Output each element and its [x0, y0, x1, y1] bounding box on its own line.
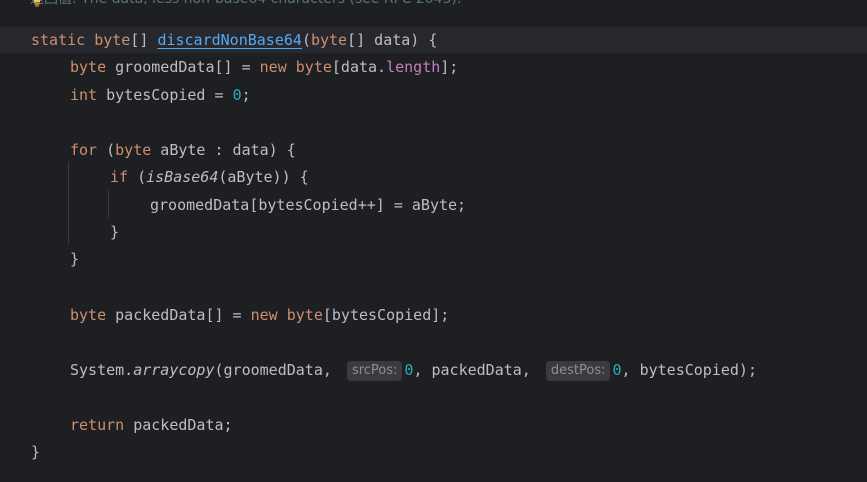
if-open: ( [128, 168, 147, 186]
param-list: [] data) { [347, 31, 438, 49]
keyword-byte: byte [70, 306, 107, 324]
is-base64-call[interactable]: isBase64 [146, 168, 218, 186]
code-editor[interactable]: 返回值: The data, less non-base64 character… [0, 0, 867, 482]
code-line-arraycopy[interactable]: System.arraycopy(groomedData, srcPos: 0, … [70, 357, 757, 383]
for-rest: aByte : data) { [151, 141, 296, 159]
arraycopy-arg3: , packedData, [413, 361, 540, 379]
keyword-for: for [70, 141, 98, 159]
code-line-for[interactable]: for (byte aByte : data) { [70, 137, 296, 163]
keyword-return: return [70, 416, 125, 434]
code-line-bytes-copied-decl[interactable]: int bytesCopied = 0; [70, 82, 251, 108]
indent-guide [108, 190, 109, 218]
bytes-copied-decl: bytesCopied = [97, 86, 233, 104]
array-brackets: [] [130, 31, 149, 49]
if-rest: (aByte)) { [218, 168, 309, 186]
code-line-if[interactable]: if (isBase64(aByte)) { [110, 164, 309, 190]
packed-decl: packedData[] = [106, 306, 251, 324]
keyword-byte: byte [310, 31, 348, 49]
number-literal: 0 [612, 361, 622, 379]
number-literal: 0 [232, 86, 242, 104]
close-brace: } [31, 443, 41, 461]
close-brace: } [110, 223, 120, 241]
code-line-method-signature[interactable]: static byte[] discardNonBase64(byte[] da… [0, 27, 867, 53]
code-line-close-method[interactable]: } [31, 439, 40, 465]
groomed-decl: groomedData[] = [106, 58, 260, 76]
keyword-static: static [31, 31, 86, 49]
groomed-init-close: ]; [440, 58, 459, 76]
keyword-new: new [250, 306, 278, 324]
arraycopy-call[interactable]: arraycopy [133, 361, 214, 379]
assign-statement: groomedData[bytesCopied++] = aByte; [150, 196, 467, 214]
keyword-int: int [70, 86, 98, 104]
close-brace: } [70, 250, 80, 268]
param-hint-dest-pos: destPos: [545, 361, 611, 381]
keyword-byte: byte [115, 141, 152, 159]
paren-open: ( [301, 31, 311, 49]
for-open: ( [97, 141, 116, 159]
code-line-return[interactable]: return packedData; [70, 412, 233, 438]
code-line-packed-decl[interactable]: byte packedData[] = new byte[bytesCopied… [70, 302, 449, 328]
keyword-byte: byte [295, 58, 332, 76]
return-rest: packedData; [124, 416, 233, 434]
arraycopy-arg1: (groomedData, [214, 361, 341, 379]
lightbulb-icon[interactable] [31, 0, 43, 7]
groomed-init-open: [data. [331, 58, 387, 76]
packed-init: [bytesCopied]; [322, 306, 450, 324]
param-hint-src-pos: srcPos: [346, 361, 403, 381]
code-line-close-if[interactable]: } [110, 219, 119, 245]
code-line-groomed-decl[interactable]: byte groomedData[] = new byte[data.lengt… [70, 54, 458, 80]
keyword-byte: byte [70, 58, 107, 76]
system-class: System. [70, 361, 134, 379]
keyword-byte: byte [286, 306, 323, 324]
length-field: length [386, 58, 441, 76]
rendered-doc-comment: 返回值: The data, less non-base64 character… [30, 0, 461, 9]
semicolon: ; [241, 86, 251, 104]
indent-guide [68, 162, 69, 244]
code-line-assign[interactable]: groomedData[bytesCopied++] = aByte; [150, 192, 466, 218]
keyword-if: if [110, 168, 129, 186]
keyword-byte: byte [94, 31, 131, 49]
arraycopy-tail: , bytesCopied); [621, 361, 757, 379]
method-name[interactable]: discardNonBase64 [157, 31, 302, 49]
keyword-new: new [259, 58, 287, 76]
code-line-close-for[interactable]: } [70, 246, 79, 272]
